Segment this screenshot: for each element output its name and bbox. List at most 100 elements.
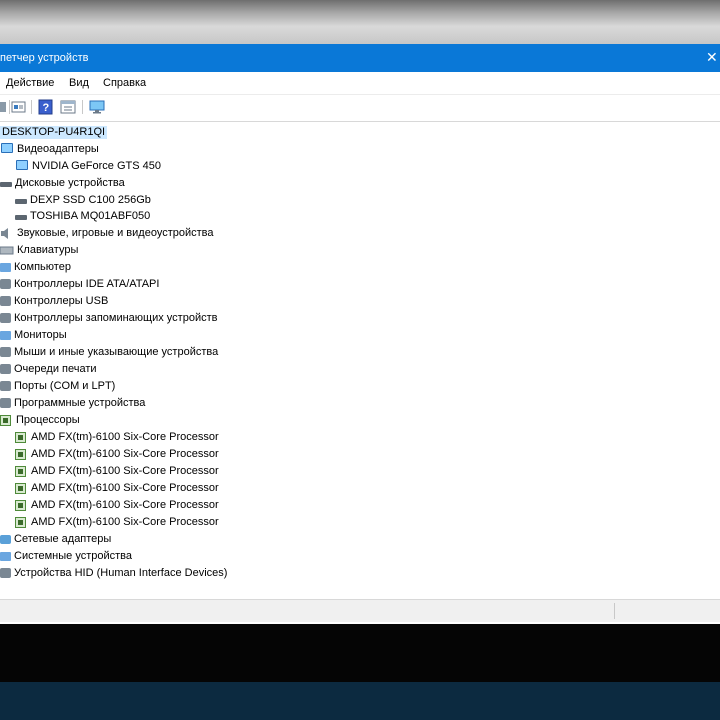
category-mice[interactable]: Мыши и иные указывающие устройства	[0, 344, 218, 360]
tree-item-label: Дисковые устройства	[15, 176, 125, 189]
category-print-queues[interactable]: Очереди печати	[0, 361, 97, 377]
tree-item-label: TOSHIBA MQ01ABF050	[30, 209, 151, 222]
menu-help[interactable]: Справка	[103, 76, 146, 90]
category-usb[interactable]: Контроллеры USB	[0, 293, 108, 309]
tree-item-label: Мыши и иные указывающие устройства	[14, 345, 219, 358]
device-cpu-core[interactable]: AMD FX(tm)-6100 Six-Core Processor	[15, 446, 219, 462]
view-icon[interactable]	[60, 99, 76, 115]
cpu-icon	[15, 465, 26, 477]
display-adapter-icon	[1, 143, 13, 153]
toolbar: ?	[0, 94, 720, 121]
cpu-icon	[15, 516, 26, 528]
toolbar-separator	[31, 100, 32, 114]
cpu-icon	[15, 448, 26, 460]
category-ide[interactable]: Контроллеры IDE ATA/ATAPI	[0, 276, 159, 292]
menu-view[interactable]: Вид	[69, 76, 89, 90]
tree-item-label: Очереди печати	[14, 362, 97, 375]
category-display-adapters[interactable]: Видеоадаптеры	[0, 141, 99, 157]
status-divider	[614, 603, 615, 619]
category-computer[interactable]: Компьютер	[0, 259, 71, 275]
device-manager-window: петчер устройств ✕ Действие Вид Справка …	[0, 44, 720, 624]
tree-item-label: Мониторы	[14, 328, 67, 341]
usb-icon	[0, 296, 11, 306]
cpu-icon	[15, 499, 26, 511]
black-band	[0, 624, 720, 682]
help-icon[interactable]: ?	[38, 99, 54, 115]
device-cpu-core[interactable]: AMD FX(tm)-6100 Six-Core Processor	[15, 429, 219, 445]
hid-icon	[0, 568, 11, 578]
category-network-adapters[interactable]: Сетевые адаптеры	[0, 531, 111, 547]
title-bar[interactable]: петчер устройств ✕	[0, 44, 720, 72]
tree-item-label: AMD FX(tm)-6100 Six-Core Processor	[31, 447, 219, 460]
tree-item-label: Процессоры	[16, 413, 80, 426]
tree-item-label: AMD FX(tm)-6100 Six-Core Processor	[31, 430, 219, 443]
tree-root[interactable]: DESKTOP-PU4R1QI	[0, 124, 108, 140]
tree-item-label: NVIDIA GeForce GTS 450	[32, 159, 161, 172]
category-hid[interactable]: Устройства HID (Human Interface Devices)	[0, 565, 227, 581]
category-processors[interactable]: Процессоры	[0, 412, 80, 428]
disk-icon	[0, 182, 12, 187]
ide-controller-icon	[0, 279, 11, 289]
cpu-icon	[15, 482, 26, 494]
computer-name-label: DESKTOP-PU4R1QI	[0, 125, 108, 139]
window-title: петчер устройств	[0, 52, 89, 64]
disk-icon	[15, 199, 27, 204]
keyboard-icon	[0, 244, 14, 257]
monitor-icon	[0, 330, 11, 340]
tree-item-label: Видеоадаптеры	[17, 142, 99, 155]
device-cpu-core[interactable]: AMD FX(tm)-6100 Six-Core Processor	[15, 497, 219, 513]
device-tree[interactable]: DESKTOP-PU4R1QI Видеоадаптеры NVIDIA GeF…	[0, 121, 720, 600]
network-adapter-icon	[0, 534, 11, 544]
cpu-icon	[0, 414, 11, 426]
close-icon[interactable]: ✕	[706, 49, 718, 65]
tree-item-label: Компьютер	[14, 260, 71, 273]
tree-item-label: Сетевые адаптеры	[14, 532, 112, 545]
monitor-scan-icon[interactable]	[89, 99, 105, 115]
tree-item-label: Устройства HID (Human Interface Devices)	[14, 566, 228, 579]
properties-icon[interactable]	[11, 99, 27, 115]
cpu-icon	[15, 431, 26, 443]
menu-action[interactable]: Действие	[6, 76, 54, 90]
port-icon	[0, 381, 11, 391]
device-cpu-core[interactable]: AMD FX(tm)-6100 Six-Core Processor	[15, 514, 219, 530]
device-hdd[interactable]: TOSHIBA MQ01ABF050	[15, 208, 150, 224]
tree-item-label: Контроллеры запоминающих устройств	[14, 311, 218, 324]
category-storage-controllers[interactable]: Контроллеры запоминающих устройств	[0, 310, 217, 326]
status-bar	[0, 599, 720, 622]
display-adapter-icon	[16, 160, 28, 170]
category-system-devices[interactable]: Системные устройства	[0, 548, 132, 564]
category-keyboards[interactable]: Клавиатуры	[0, 242, 78, 258]
software-device-icon	[0, 398, 11, 408]
device-cpu-core[interactable]: AMD FX(tm)-6100 Six-Core Processor	[15, 480, 219, 496]
category-monitors[interactable]: Мониторы	[0, 327, 67, 343]
toolbar-separator	[82, 100, 83, 114]
desktop-wallpaper	[0, 0, 720, 44]
tree-item-label: Контроллеры IDE ATA/ATAPI	[14, 277, 160, 290]
tree-item-label: Программные устройства	[14, 396, 146, 409]
tree-item-label: Звуковые, игровые и видеоустройства	[17, 226, 214, 239]
tree-item-label: AMD FX(tm)-6100 Six-Core Processor	[31, 464, 219, 477]
toolbar-separator	[9, 100, 10, 114]
category-ports[interactable]: Порты (COM и LPT)	[0, 378, 115, 394]
speaker-icon	[0, 227, 14, 240]
tree-item-label: AMD FX(tm)-6100 Six-Core Processor	[31, 498, 219, 511]
tree-item-label: Клавиатуры	[17, 243, 79, 256]
device-cpu-core[interactable]: AMD FX(tm)-6100 Six-Core Processor	[15, 463, 219, 479]
tree-item-label: Системные устройства	[14, 549, 133, 562]
device-ssd[interactable]: DEXP SSD C100 256Gb	[15, 192, 151, 208]
category-sound[interactable]: Звуковые, игровые и видеоустройства	[0, 225, 214, 241]
device-gpu[interactable]: NVIDIA GeForce GTS 450	[15, 158, 161, 174]
computer-icon	[0, 262, 11, 272]
tree-item-label: Контроллеры USB	[14, 294, 109, 307]
menu-bar: Действие Вид Справка	[0, 72, 720, 94]
category-software-devices[interactable]: Программные устройства	[0, 395, 145, 411]
disk-icon	[15, 215, 27, 220]
tree-item-label: Порты (COM и LPT)	[14, 379, 116, 392]
taskbar[interactable]	[0, 682, 720, 720]
category-disk-drives[interactable]: Дисковые устройства	[0, 175, 125, 191]
storage-controller-icon	[0, 313, 11, 323]
printer-icon	[0, 364, 11, 374]
tree-item-label: AMD FX(tm)-6100 Six-Core Processor	[31, 515, 219, 528]
tree-item-label: AMD FX(tm)-6100 Six-Core Processor	[31, 481, 219, 494]
system-device-icon	[0, 551, 11, 561]
